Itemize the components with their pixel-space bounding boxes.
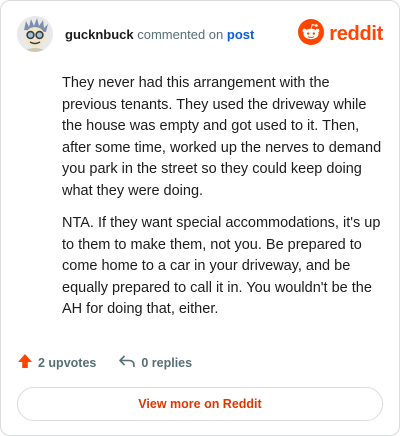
byline: gucknbuck commented on post: [65, 27, 254, 42]
reddit-wordmark: reddit: [329, 23, 383, 45]
comment-body: They never had this arrangement with the…: [62, 73, 382, 332]
post-link[interactable]: post: [227, 27, 254, 42]
upvote-button[interactable]: 2 upvotes: [17, 353, 96, 372]
comment-embed-card: gucknbuck commented on post reddit They …: [0, 0, 400, 436]
commented-on-text: commented on: [137, 26, 224, 42]
avatar[interactable]: [17, 16, 53, 52]
reddit-snoo-icon: [298, 19, 325, 50]
reply-count: 0 replies: [141, 355, 193, 370]
reply-button[interactable]: 0 replies: [118, 353, 192, 372]
view-more-on-reddit-button[interactable]: View more on Reddit: [17, 387, 383, 421]
reddit-logo[interactable]: reddit: [298, 19, 383, 50]
comment-actions: 2 upvotes 0 replies: [17, 353, 214, 372]
username-link[interactable]: gucknbuck: [65, 27, 134, 42]
upvote-count: 2 upvotes: [38, 355, 97, 370]
comment-paragraph: They never had this arrangement with the…: [62, 75, 382, 199]
reply-arrow-icon: [118, 353, 141, 372]
upvote-arrow-icon: [17, 353, 38, 372]
comment-paragraph: NTA. If they want special accommodations…: [62, 215, 381, 317]
comment-header: gucknbuck commented on post: [17, 15, 254, 53]
